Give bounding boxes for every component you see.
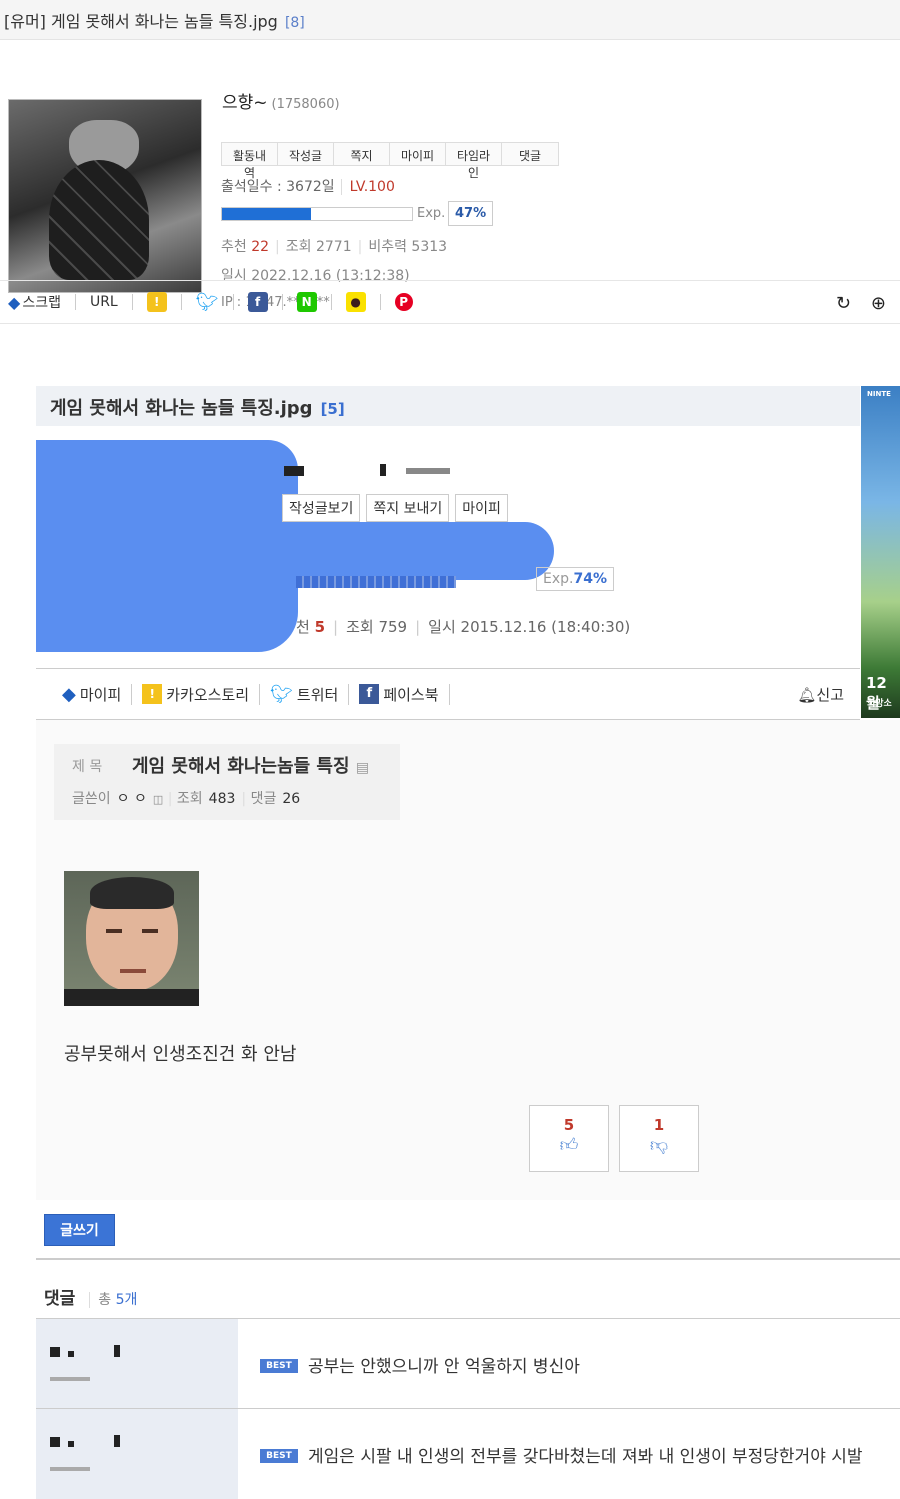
embedded-stats: 천 5 | 조회 759 | 일시 2015.12.16 (18:40:30) xyxy=(296,618,631,636)
tab-comments[interactable]: 댓글 xyxy=(502,143,558,165)
comment-text: 게임은 시팔 내 인생의 전부를 갖다바쳤는데 져봐 내 인생이 부정당한거야 … xyxy=(308,1447,863,1467)
comment-text: 공부는 안했으니까 안 억울하지 병신아 xyxy=(308,1357,580,1377)
kakaostory-icon: ! xyxy=(146,292,167,312)
redaction-arm xyxy=(262,522,554,580)
redaction-blob xyxy=(36,440,298,652)
zoom-in-icon[interactable]: ⊕ xyxy=(871,293,886,314)
kakaostory-icon: ! xyxy=(142,684,163,704)
ad-banner[interactable]: NINTE 12월 희망소 xyxy=(861,386,900,718)
pinterest-button[interactable]: P xyxy=(394,293,427,311)
twitter-share-button[interactable]: 🐦︎ 트위터 xyxy=(270,683,350,705)
facebook-share-button[interactable]: f 페이스북 xyxy=(359,683,450,705)
twitter-icon: 🐦︎ xyxy=(195,291,219,313)
redaction-marks xyxy=(284,464,454,478)
kakaotalk-icon: ● xyxy=(345,292,366,312)
thumbs-down-icon: 👎︎ xyxy=(649,1135,669,1156)
author-stats: 추천 22 | 조회 2771 | 비추력 5313 xyxy=(221,239,448,255)
embedded-post: 게임 못해서 화나는 놈들 특징.jpg [5] xyxy=(36,386,860,426)
upvote-button[interactable]: 5 👍︎ xyxy=(529,1105,609,1172)
twitter-icon: 🐦︎ xyxy=(270,683,293,705)
level-badge: LV.100 xyxy=(340,179,395,195)
send-message-button[interactable]: 쪽지 보내기 xyxy=(366,494,450,522)
author-nick[interactable]: 으향~ (1758060) xyxy=(222,88,340,113)
comments-heading: 댓글 총 5개 xyxy=(44,1289,138,1309)
embedded-share-bar: ◆ 마이피 ! 카카오스토리 🐦︎ 트위터 f 페이스북 🔔︎신고 xyxy=(36,668,860,720)
twitter-button[interactable]: 🐦︎ xyxy=(195,291,234,313)
cube-icon: ◆ xyxy=(62,683,76,705)
tab-posts[interactable]: 작성글 xyxy=(278,143,334,165)
exp-bar xyxy=(221,207,413,221)
scrap-button[interactable]: ◆ 스크랩 xyxy=(8,292,76,312)
inner-post-info: 제 목 게임 못해서 화나는놈들 특징 ▤ 글쓴이 ㅇ ㅇ ◫ | 조회 483 | 댓… xyxy=(54,744,400,820)
embedded-post-title: 게임 못해서 화나는 놈들 특징.jpg [5] xyxy=(36,386,860,426)
mypi-button[interactable]: 마이피 xyxy=(455,494,508,522)
cube-icon: ◆ xyxy=(8,292,21,312)
tab-mypi[interactable]: 마이피 xyxy=(390,143,446,165)
post-image xyxy=(64,871,199,1006)
write-button[interactable]: 글쓰기 xyxy=(44,1214,115,1246)
embedded-exp: Exp.74% xyxy=(536,567,614,591)
inner-post-title: 게임 못해서 화나는놈들 특징 ▤ xyxy=(132,756,370,777)
post-text: 공부못해서 인생조진건 화 안남 xyxy=(64,1044,297,1065)
exp-percent: 47% xyxy=(448,201,494,226)
comment-author[interactable] xyxy=(36,1409,238,1499)
exp-bar-remnant xyxy=(296,576,456,588)
exp-label: Exp. xyxy=(417,206,446,221)
author-avatar[interactable] xyxy=(8,99,202,293)
kakaostory-share-button[interactable]: ! 카카오스토리 xyxy=(142,683,261,705)
best-badge: BEST xyxy=(260,1449,298,1463)
thumbs-up-icon: 👍︎ xyxy=(559,1135,579,1156)
share-bar: ◆ 스크랩 URL ! 🐦︎ f N ● P ↻ ⊕ xyxy=(0,280,900,324)
tab-activity[interactable]: 활동내역 xyxy=(222,143,278,180)
page-title: [유머] 게임 못해서 화나는 놈들 특징.jpg [8] xyxy=(0,0,900,40)
naver-button[interactable]: N xyxy=(296,292,332,312)
facebook-icon: f xyxy=(359,684,380,704)
comment-row: BEST 공부는 안했으니까 안 억울하지 병신아 xyxy=(36,1318,900,1409)
report-button[interactable]: 🔔︎신고 xyxy=(797,684,844,705)
mypi-share-button[interactable]: ◆ 마이피 xyxy=(62,683,133,705)
attendance: 출석일수 : 3672일 LV.100 xyxy=(221,179,395,195)
bell-icon: 🔔︎ xyxy=(797,686,817,704)
view-posts-button[interactable]: 작성글보기 xyxy=(282,494,361,522)
document-icon: ▤ xyxy=(355,760,370,776)
kakaostory-button[interactable]: ! xyxy=(146,292,182,312)
pinterest-icon: P xyxy=(394,293,413,311)
author-profile: 으향~ (1758060) 활동내역 작성글 쪽지 마이피 타임라인 댓글 출석일… xyxy=(0,40,900,310)
user-icon: ◫ xyxy=(152,793,164,806)
exp-bar-fill xyxy=(222,208,312,220)
kakaotalk-button[interactable]: ● xyxy=(345,292,381,312)
tab-timeline[interactable]: 타임라인 xyxy=(446,143,502,180)
facebook-icon: f xyxy=(247,292,268,312)
divider xyxy=(36,1258,900,1260)
comment-row: BEST 게임은 시팔 내 인생의 전부를 갖다바쳤는데 져봐 내 인생이 부정당… xyxy=(36,1408,900,1499)
writer-buttons: 작성글보기 쪽지 보내기 마이피 xyxy=(282,494,508,522)
facebook-button[interactable]: f xyxy=(247,292,283,312)
comment-author[interactable] xyxy=(36,1319,238,1409)
profile-tabs: 활동내역 작성글 쪽지 마이피 타임라인 댓글 xyxy=(221,142,559,180)
url-button[interactable]: URL xyxy=(90,294,133,310)
downvote-button[interactable]: 1 👎︎ xyxy=(619,1105,699,1172)
refresh-icon[interactable]: ↻ xyxy=(836,293,851,314)
tab-message[interactable]: 쪽지 xyxy=(334,143,390,165)
best-badge: BEST xyxy=(260,1359,298,1373)
naver-icon: N xyxy=(296,292,317,312)
